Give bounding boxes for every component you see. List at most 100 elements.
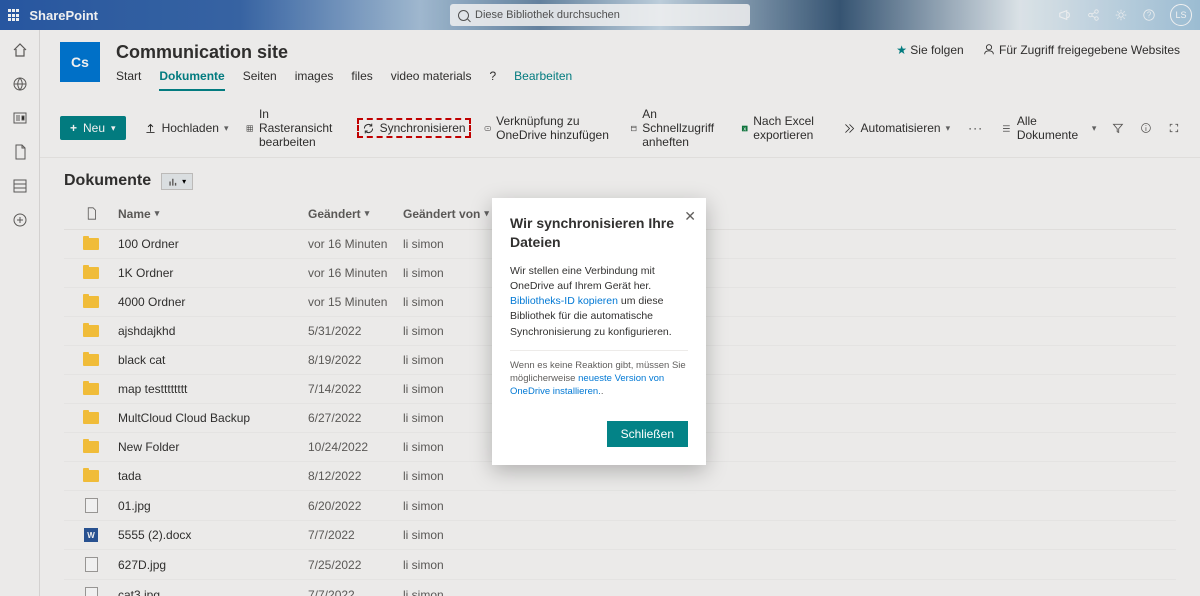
home-icon[interactable] <box>12 42 28 58</box>
dialog-close-button[interactable]: Schließen <box>607 421 688 447</box>
chevron-down-icon: ▾ <box>182 177 186 186</box>
page-header: Dokumente ▾ <box>40 158 1200 198</box>
file-name[interactable]: ajshdajkhd <box>118 324 308 338</box>
modified-by: li simon <box>403 528 503 542</box>
folder-icon <box>83 238 99 250</box>
divider <box>510 350 688 351</box>
nav-tab-bearbeiten[interactable]: Bearbeiten <box>514 69 572 91</box>
chevron-down-icon: ▾ <box>224 123 229 134</box>
nav-tab-?[interactable]: ? <box>489 69 496 91</box>
news-icon[interactable] <box>12 110 28 126</box>
info-icon[interactable] <box>1140 121 1152 135</box>
file-name[interactable]: 1K Ordner <box>118 266 308 280</box>
folder-icon <box>83 354 99 366</box>
add-icon[interactable] <box>12 212 28 228</box>
svg-text:?: ? <box>1147 11 1152 20</box>
automate-button[interactable]: Automatisieren▾ <box>843 121 951 135</box>
modified-date: 8/12/2022 <box>308 469 403 483</box>
filter-icon[interactable] <box>1112 121 1124 135</box>
file-name[interactable]: New Folder <box>118 440 308 454</box>
grid-edit-button[interactable]: In Rasteransicht bearbeiten <box>246 107 343 149</box>
chevron-down-icon: ▾ <box>1092 123 1097 134</box>
modified-by: li simon <box>403 237 503 251</box>
upload-button[interactable]: Hochladen▾ <box>144 121 229 135</box>
modified-by: li simon <box>403 382 503 396</box>
table-row[interactable]: tada8/12/2022li simon <box>64 462 1176 491</box>
file-name[interactable]: black cat <box>118 353 308 367</box>
file-name[interactable]: 627D.jpg <box>118 558 308 572</box>
file-name[interactable]: cat3.jpg <box>118 588 308 596</box>
col-modified-by[interactable]: Geändert von ▾ <box>403 206 503 221</box>
file-name[interactable]: MultCloud Cloud Backup <box>118 411 308 425</box>
globe-icon[interactable] <box>12 76 28 92</box>
folder-icon <box>83 412 99 424</box>
page-title: Dokumente <box>64 172 151 190</box>
chart-toggle[interactable]: ▾ <box>161 173 193 190</box>
follow-link[interactable]: ★ Sie folgen <box>896 43 963 57</box>
col-name[interactable]: Name ▾ <box>118 206 308 221</box>
modified-by: li simon <box>403 499 503 513</box>
nav-tab-seiten[interactable]: Seiten <box>243 69 277 91</box>
site-logo[interactable]: Cs <box>60 42 100 82</box>
modified-date: vor 16 Minuten <box>308 266 403 280</box>
file-name[interactable]: tada <box>118 469 308 483</box>
avatar[interactable]: LS <box>1170 4 1192 26</box>
more-button[interactable]: ··· <box>968 121 983 135</box>
sync-icon <box>362 122 375 135</box>
sync-button[interactable]: Synchronisieren <box>362 121 466 135</box>
gear-icon[interactable] <box>1114 8 1128 22</box>
nav-tab-files[interactable]: files <box>351 69 372 91</box>
folder-icon <box>83 441 99 453</box>
help-icon[interactable]: ? <box>1142 8 1156 22</box>
site-header: Cs Communication site Start Dokumente Seit… <box>40 30 1200 91</box>
file-name[interactable]: map testttttttt <box>118 382 308 396</box>
dialog-text-1: Wir stellen eine Verbindung mit OneDrive… <box>510 264 688 340</box>
search-input[interactable]: Diese Bibliothek durchsuchen <box>450 4 750 26</box>
modified-by: li simon <box>403 411 503 425</box>
nav-tab-images[interactable]: images <box>295 69 334 91</box>
export-excel-button[interactable]: XNach Excel exportieren <box>741 114 825 142</box>
close-button[interactable]: ✕ <box>684 208 696 225</box>
share-icon[interactable] <box>1086 8 1100 22</box>
file-name[interactable]: 5555 (2).docx <box>118 528 308 542</box>
folder-icon <box>83 267 99 279</box>
app-launcher-icon[interactable] <box>8 9 19 20</box>
col-modified[interactable]: Geändert ▾ <box>308 206 403 221</box>
app-name[interactable]: SharePoint <box>29 8 98 23</box>
plus-icon: + <box>70 121 77 135</box>
expand-icon[interactable] <box>1168 121 1180 135</box>
nav-tab-start[interactable]: Start <box>116 69 141 91</box>
modified-date: 5/31/2022 <box>308 324 403 338</box>
file-name[interactable]: 01.jpg <box>118 499 308 513</box>
table-row[interactable]: 627D.jpg7/25/2022li simon <box>64 550 1176 580</box>
onedrive-shortcut-button[interactable]: Verknüpfung zu OneDrive hinzufügen <box>484 114 612 142</box>
dialog-text-2: Wenn es keine Reaktion gibt, müssen Sie … <box>510 359 688 399</box>
list-icon <box>1001 122 1012 135</box>
folder-icon <box>83 470 99 482</box>
shared-sites-link[interactable]: Für Zugriff freigegebene Websites <box>982 42 1180 57</box>
nav-tab-video materials[interactable]: video materials <box>391 69 472 91</box>
new-button[interactable]: +Neu▾ <box>60 116 126 140</box>
modified-by: li simon <box>403 440 503 454</box>
file-icon[interactable] <box>12 144 28 160</box>
pin-icon <box>630 122 637 135</box>
nav-tab-dokumente[interactable]: Dokumente <box>159 69 224 91</box>
word-icon: W <box>84 528 98 542</box>
file-name[interactable]: 4000 Ordner <box>118 295 308 309</box>
col-icon[interactable] <box>64 206 118 221</box>
table-row[interactable]: cat3.jpg7/7/2022li simon <box>64 580 1176 596</box>
modified-date: 10/24/2022 <box>308 440 403 454</box>
star-icon: ★ <box>896 43 907 57</box>
site-title[interactable]: Communication site <box>116 42 572 63</box>
pin-quickaccess-button[interactable]: An Schnellzugriff anheften <box>630 107 723 149</box>
table-row[interactable]: W5555 (2).docx7/7/2022li simon <box>64 521 1176 550</box>
megaphone-icon[interactable] <box>1058 8 1072 22</box>
file-name[interactable]: 100 Ordner <box>118 237 308 251</box>
modified-by: li simon <box>403 324 503 338</box>
list-icon[interactable] <box>12 178 28 194</box>
copy-id-link[interactable]: Bibliotheks-ID kopieren <box>510 295 618 307</box>
search-icon <box>458 10 469 21</box>
modified-by: li simon <box>403 469 503 483</box>
table-row[interactable]: 01.jpg6/20/2022li simon <box>64 491 1176 521</box>
view-selector[interactable]: Alle Dokumente▾ <box>1001 114 1096 142</box>
